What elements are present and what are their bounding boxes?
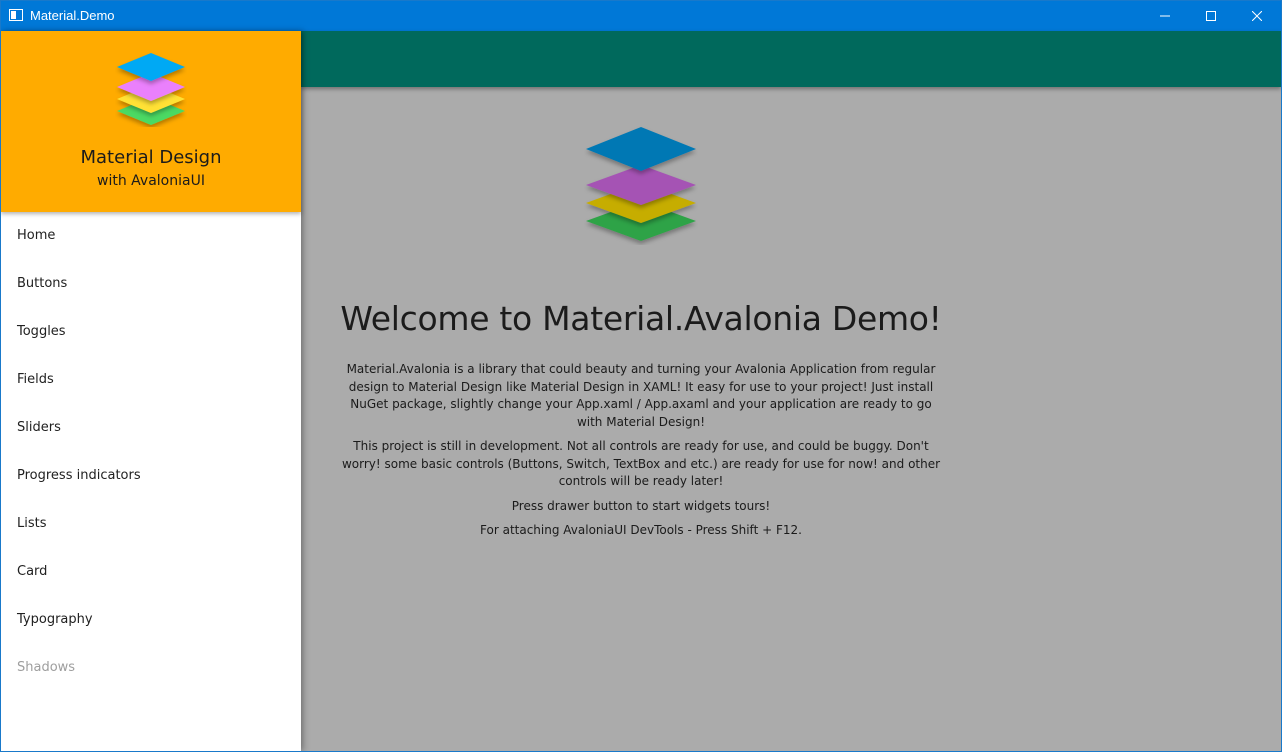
welcome-title: Welcome to Material.Avalonia Demo!: [340, 299, 942, 338]
main-content[interactable]: Welcome to Material.Avalonia Demo! Mater…: [301, 87, 1281, 751]
nav-item-buttons[interactable]: Buttons: [1, 260, 301, 308]
minimize-icon: [1160, 15, 1170, 17]
drawer-subtitle: with AvaloniaUI: [97, 173, 205, 189]
drawer-logo-icon: [117, 53, 185, 125]
close-button[interactable]: [1234, 1, 1280, 31]
welcome-description: Material.Avalonia is a library that coul…: [339, 361, 943, 547]
window-title: Material.Demo: [30, 8, 115, 23]
maximize-icon: [1206, 11, 1216, 21]
nav-item-lists[interactable]: Lists: [1, 500, 301, 548]
welcome-paragraph-status: This project is still in development. No…: [341, 439, 941, 488]
drawer-header: Material Design with AvaloniaUI: [1, 31, 301, 212]
nav-item-progress-indicators[interactable]: Progress indicators: [1, 452, 301, 500]
navigation-drawer: Material Design with AvaloniaUI Home But…: [1, 31, 301, 751]
minimize-button[interactable]: [1142, 1, 1188, 31]
nav-item-card[interactable]: Card: [1, 548, 301, 596]
welcome-paragraph-intro: Material.Avalonia is a library that coul…: [346, 362, 936, 429]
nav-item-home[interactable]: Home: [1, 212, 301, 260]
app-bar: [301, 31, 1281, 87]
welcome-paragraph-drawer-hint: Press drawer button to start widgets tou…: [511, 498, 771, 513]
nav-item-shadows[interactable]: Shadows: [1, 644, 301, 692]
drawer-title: Material Design: [80, 147, 222, 168]
welcome-paragraph-devtools-hint: For attaching AvaloniaUI DevTools - Pres…: [480, 523, 802, 537]
title-bar[interactable]: Material.Demo: [1, 1, 1281, 31]
app-window: Material.Demo Welcome to Material.Avalon…: [0, 0, 1282, 752]
close-icon: [1252, 11, 1262, 21]
nav-item-toggles[interactable]: Toggles: [1, 308, 301, 356]
maximize-button[interactable]: [1188, 1, 1234, 31]
window-app-icon: [9, 9, 23, 21]
nav-item-typography[interactable]: Typography: [1, 596, 301, 644]
nav-item-sliders[interactable]: Sliders: [1, 404, 301, 452]
nav-item-fields[interactable]: Fields: [1, 356, 301, 404]
drawer-nav-list: Home Buttons Toggles Fields Sliders Prog…: [1, 212, 301, 692]
material-logo-icon: [586, 127, 696, 241]
